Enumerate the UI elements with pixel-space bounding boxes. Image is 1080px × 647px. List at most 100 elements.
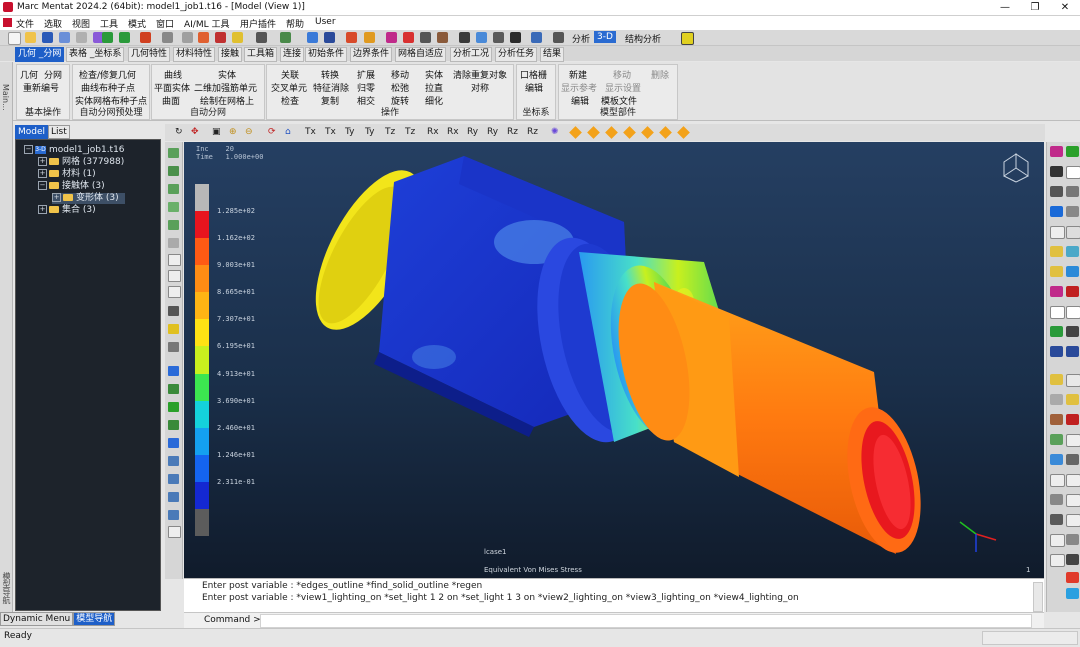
contact-icon[interactable] <box>1050 394 1063 405</box>
step-icon[interactable] <box>1066 494 1080 507</box>
tab-model[interactable]: Model <box>15 125 49 139</box>
graph-icon[interactable] <box>1066 474 1080 487</box>
bearing-icon[interactable] <box>1066 454 1079 465</box>
play-icon[interactable] <box>168 402 179 412</box>
menu-app-icon[interactable] <box>3 18 12 27</box>
view-iso-5-icon[interactable] <box>641 126 654 139</box>
btn-solid[interactable]: 实体 <box>218 68 236 81</box>
monitor-icon[interactable] <box>307 32 318 43</box>
btn-straighten[interactable]: 拉直 <box>425 81 443 94</box>
animation-icon[interactable] <box>168 510 179 520</box>
translate-z-neg-icon[interactable]: Tz <box>405 127 415 137</box>
tree-item-deformable-bodies[interactable]: + 变形体 (3) <box>52 193 125 204</box>
solid-box-icon[interactable] <box>1050 226 1065 239</box>
node-icon[interactable] <box>386 32 397 43</box>
btn-2d-rebar[interactable]: 二维加强筋单元 <box>194 81 257 94</box>
btn-zero[interactable]: 归零 <box>357 81 375 94</box>
btn-move-part[interactable]: 移动 <box>613 68 631 81</box>
plot-control-icon[interactable] <box>168 148 179 158</box>
zoom-out-icon[interactable]: ⊖ <box>245 127 253 137</box>
btn-grid[interactable]: 口格栅 <box>520 68 547 81</box>
graphics-viewport[interactable]: Inc 20 Time 1.000e+00 lcase1 Equivalent … <box>184 142 1044 578</box>
menu-window[interactable]: 窗口 <box>156 17 174 30</box>
grid-icon[interactable] <box>162 32 173 43</box>
btn-defeature[interactable]: 特征消除 <box>313 81 349 94</box>
tab-tables-coordsys[interactable]: 表格 _坐标系 <box>66 47 125 62</box>
tree-item-materials[interactable]: + 材料 (1) <box>38 169 96 180</box>
translate-y-neg-icon[interactable]: Ty <box>365 127 374 137</box>
curve-tool-icon[interactable] <box>1050 166 1063 177</box>
menu-select[interactable]: 选取 <box>44 17 62 30</box>
previous-increment-icon[interactable] <box>168 384 179 394</box>
btn-curve-seeds[interactable]: 曲线布种子点 <box>81 81 135 94</box>
tab-links[interactable]: 连接 <box>280 47 305 62</box>
tab-loadcases[interactable]: 分析工况 <box>450 47 493 62</box>
solid-blue-cube-icon[interactable] <box>1066 246 1079 257</box>
red-element-icon[interactable] <box>1066 286 1079 297</box>
select-arrow-icon[interactable] <box>256 32 267 43</box>
monitor-increments-icon[interactable] <box>168 456 179 466</box>
point-icon[interactable] <box>1050 186 1063 197</box>
tree-item-contact-bodies[interactable]: − 接触体 (3) <box>38 181 105 192</box>
structural-analysis-label[interactable]: 结构分析 <box>625 32 661 45</box>
btn-intersect-elements[interactable]: 交叉单元 <box>271 81 307 94</box>
translate-y-pos-icon[interactable]: Ty <box>345 127 354 137</box>
import-icon[interactable] <box>76 32 87 43</box>
open-folder-icon[interactable] <box>25 32 36 43</box>
btn-planar-solid[interactable]: 平面实体 <box>154 81 190 94</box>
spring-icon[interactable] <box>1050 434 1063 445</box>
menu-aiml-tools[interactable]: AI/ML 工具 <box>184 17 229 30</box>
view-iso-7-icon[interactable] <box>677 126 690 139</box>
job-icon[interactable] <box>476 32 487 43</box>
gear-icon[interactable] <box>1066 554 1079 565</box>
zoom-in-icon[interactable]: ⊕ <box>229 127 237 137</box>
vector-plot-icon[interactable] <box>168 202 179 212</box>
pointer-icon[interactable] <box>420 32 431 43</box>
btn-curve[interactable]: 曲线 <box>164 68 182 81</box>
translate-x-pos-icon[interactable]: Tx <box>305 127 316 137</box>
report-icon[interactable] <box>168 526 181 538</box>
tab-list[interactable]: List <box>48 125 70 139</box>
btn-geometry[interactable]: 几何 <box>20 68 38 81</box>
panel-icon[interactable] <box>1066 206 1079 217</box>
redo-icon[interactable] <box>119 32 130 43</box>
monitor-job-icon[interactable] <box>510 32 521 43</box>
dimension-select[interactable]: 3-D <box>594 31 616 43</box>
measure-icon[interactable] <box>1050 514 1063 525</box>
minimize-button[interactable]: — <box>990 0 1020 15</box>
tab-boundary-conditions[interactable]: 边界条件 <box>350 47 393 62</box>
menu-help[interactable]: 帮助 <box>286 17 304 30</box>
save-as-icon[interactable] <box>59 32 70 43</box>
new-file-icon[interactable] <box>8 32 21 45</box>
console-scrollbar[interactable] <box>1033 582 1043 612</box>
tab-contact[interactable]: 接触 <box>218 47 243 62</box>
copy-icon[interactable] <box>1050 554 1065 567</box>
btn-symmetry[interactable]: 对称 <box>471 81 489 94</box>
menu-user-plugins[interactable]: 用户插件 <box>240 17 276 30</box>
last-increment-icon[interactable] <box>168 438 179 448</box>
lock-icon[interactable] <box>553 32 564 43</box>
rbe-icon[interactable] <box>1066 414 1079 425</box>
btn-display-settings[interactable]: 显示设置 <box>605 81 641 94</box>
maximize-button[interactable]: ❐ <box>1020 0 1050 15</box>
tool-icon[interactable] <box>1066 534 1079 545</box>
legend-icon[interactable] <box>168 306 179 316</box>
cube-icon[interactable] <box>364 32 375 43</box>
tab-initial-conditions[interactable]: 初始条件 <box>305 47 348 62</box>
arc-curve-icon[interactable] <box>1050 206 1063 217</box>
run-icon[interactable] <box>459 32 470 43</box>
cylinder-icon[interactable] <box>1050 266 1063 277</box>
btn-associate[interactable]: 关联 <box>281 68 299 81</box>
cutting-plane-icon[interactable] <box>168 270 181 282</box>
rotate-y-neg-icon[interactable]: Ry <box>487 127 498 137</box>
btn-renumber[interactable]: 重新编号 <box>23 81 59 94</box>
image-icon[interactable] <box>215 32 226 43</box>
skip-increments-icon[interactable] <box>168 474 179 484</box>
element-class-icon[interactable] <box>1050 286 1063 297</box>
green-tool-icon[interactable] <box>1050 326 1063 337</box>
menu-view[interactable]: 视图 <box>72 17 90 30</box>
table-icon[interactable] <box>232 32 243 43</box>
btn-new-part[interactable]: 新建 <box>569 68 587 81</box>
view-iso-6-icon[interactable] <box>659 126 672 139</box>
tree-item-sets[interactable]: + 集合 (3) <box>38 205 96 216</box>
